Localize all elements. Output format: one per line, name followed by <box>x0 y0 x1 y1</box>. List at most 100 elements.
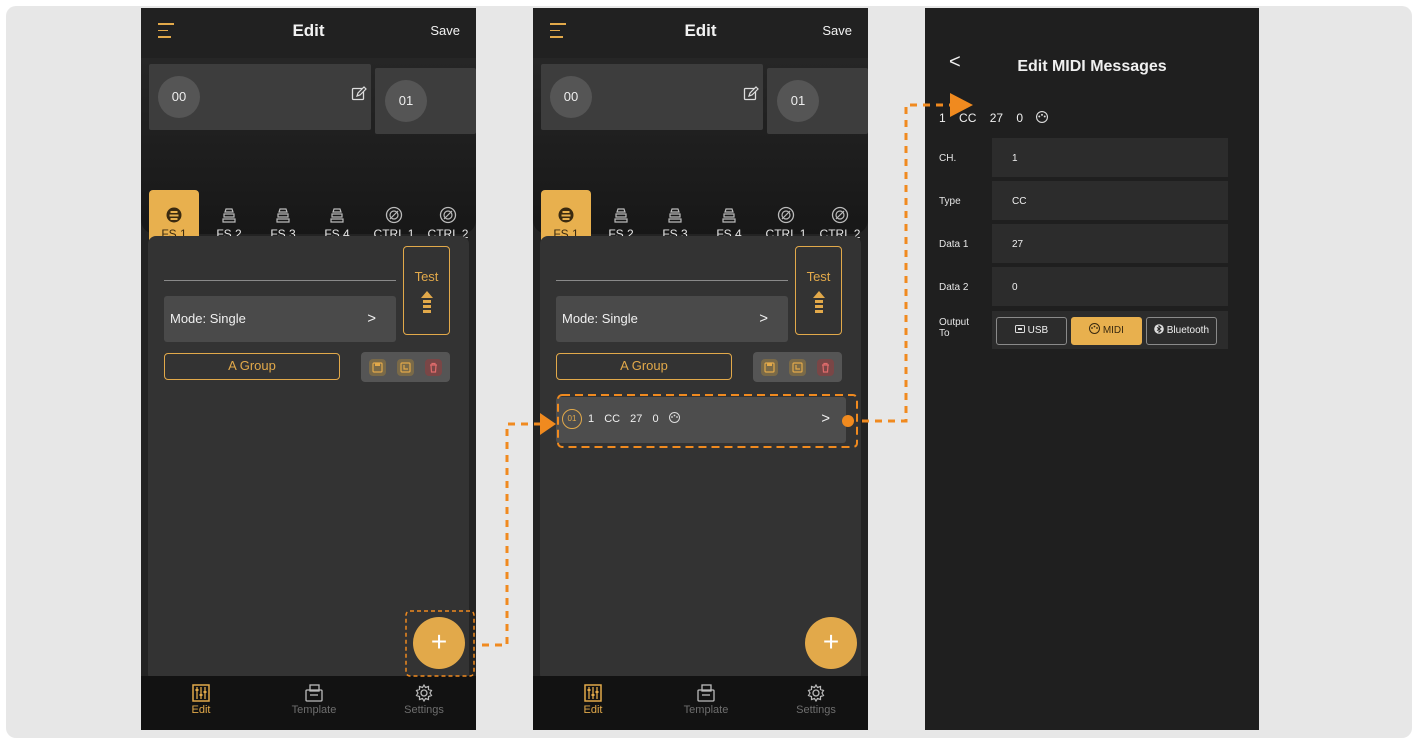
nav-label: Edit <box>191 704 211 716</box>
preset-card-current[interactable]: 00 <box>149 64 371 130</box>
group-tools <box>753 352 842 382</box>
chevron-right-icon: > <box>759 310 768 327</box>
test-button[interactable]: Test <box>403 246 450 335</box>
phone-edit-empty: Edit Save 00 01 FS 1 FS 2 FS 3 FS 4 CTRL <box>141 8 476 730</box>
delete-group-button[interactable] <box>425 359 442 376</box>
save-group-button[interactable] <box>369 359 386 376</box>
trash-icon <box>822 362 829 373</box>
page-title: Edit <box>292 21 325 40</box>
import-icon <box>400 362 411 373</box>
import-icon <box>792 362 803 373</box>
message-type: CC <box>959 111 977 125</box>
nav-label: Edit <box>583 704 603 716</box>
template-icon <box>697 684 715 702</box>
mode-selector[interactable]: Mode: Single > <box>164 296 396 342</box>
preset-strip: 00 01 FS 1 FS 2 FS 3 FS 4 CTRL 1 CTRL 2 <box>533 58 868 262</box>
floppy-icon <box>372 362 383 373</box>
nav-settings[interactable]: Settings <box>781 684 851 716</box>
message-summary: 1 CC 27 0 <box>588 412 680 425</box>
preset-number: 01 <box>385 80 427 122</box>
mode-label: Mode: Single <box>562 311 638 326</box>
divider <box>164 280 396 281</box>
save-button[interactable]: Save <box>822 23 852 38</box>
jack-icon <box>439 206 457 224</box>
output-midi-label: MIDI <box>1102 325 1124 336</box>
nav-template[interactable]: Template <box>671 684 741 716</box>
page-title: Edit MIDI Messages <box>1017 58 1167 75</box>
group-tools <box>361 352 450 382</box>
nav-label: Settings <box>404 704 444 716</box>
jack-icon <box>385 206 403 224</box>
floppy-icon <box>764 362 775 373</box>
bluetooth-icon <box>1154 324 1164 334</box>
midi-din-icon <box>1036 111 1049 123</box>
output-midi-button[interactable]: MIDI <box>1071 317 1142 345</box>
field-label-data1: Data 1 <box>939 239 969 250</box>
sliders-icon <box>584 684 602 702</box>
nav-template[interactable]: Template <box>279 684 349 716</box>
nav-settings[interactable]: Settings <box>389 684 459 716</box>
output-usb-label: USB <box>1027 325 1049 336</box>
load-group-button[interactable] <box>789 359 806 376</box>
page-title: Edit <box>684 21 717 40</box>
edit-icon[interactable] <box>743 86 759 102</box>
preset-number: 00 <box>550 76 592 118</box>
preset-card-next[interactable]: 01 <box>375 68 476 134</box>
message-data2: 0 <box>1016 111 1024 125</box>
gear-icon <box>807 684 825 702</box>
output-selector: USB MIDI Bluetooth <box>992 311 1228 349</box>
phone-edit-with-message: Edit Save 00 01 FS 1 FS 2 FS 3 FS 4 CTRL <box>533 8 868 730</box>
group-button[interactable]: A Group <box>164 353 340 380</box>
type-field[interactable]: CC <box>992 181 1228 220</box>
nav-label: Template <box>291 704 337 716</box>
output-usb-button[interactable]: USB <box>996 317 1067 345</box>
jack-icon <box>831 206 849 224</box>
message-channel: 1 <box>939 111 946 125</box>
message-panel: Test Mode: Single > A Group <box>540 236 861 682</box>
preset-card-next[interactable]: 01 <box>767 68 868 134</box>
trash-icon <box>430 362 437 373</box>
channel-field[interactable]: 1 <box>992 138 1228 177</box>
footswitch-icon <box>558 207 574 223</box>
test-label: Test <box>414 269 439 284</box>
data1-field[interactable]: 27 <box>992 224 1228 263</box>
field-label-data2: Data 2 <box>939 282 969 293</box>
save-group-button[interactable] <box>761 359 778 376</box>
sliders-icon <box>192 684 210 702</box>
mode-selector[interactable]: Mode: Single > <box>556 296 788 342</box>
message-data1: 27 <box>630 413 643 425</box>
jack-icon <box>777 206 795 224</box>
chevron-right-icon: > <box>367 310 376 327</box>
usb-icon <box>1014 325 1025 333</box>
add-message-button[interactable]: + <box>805 617 857 669</box>
top-bar: Edit Save <box>141 8 476 58</box>
message-data2: 0 <box>652 413 659 425</box>
save-button[interactable]: Save <box>430 23 460 38</box>
message-type: CC <box>604 413 621 425</box>
data2-field[interactable]: 0 <box>992 267 1228 306</box>
footswitch-icon <box>722 208 736 223</box>
add-message-button[interactable]: + <box>413 617 465 669</box>
preset-number: 01 <box>777 80 819 122</box>
message-panel: Test Mode: Single > A Group <box>148 236 469 682</box>
test-button[interactable]: Test <box>795 246 842 335</box>
edit-icon[interactable] <box>351 86 367 102</box>
preset-card-current[interactable]: 00 <box>541 64 763 130</box>
nav-edit[interactable]: Edit <box>558 684 628 716</box>
midi-message-row[interactable]: 01 1 CC 27 0 > <box>556 397 846 443</box>
footswitch-icon <box>330 208 344 223</box>
divider <box>556 280 788 281</box>
midi-din-icon <box>668 412 680 423</box>
output-bluetooth-button[interactable]: Bluetooth <box>1146 317 1217 345</box>
delete-group-button[interactable] <box>817 359 834 376</box>
test-label: Test <box>806 269 831 284</box>
chevron-right-icon: > <box>821 410 830 427</box>
nav-edit[interactable]: Edit <box>166 684 236 716</box>
arrow-up-icon <box>812 291 825 313</box>
bottom-nav: Edit Template Settings <box>141 676 476 730</box>
preset-strip: 00 01 FS 1 FS 2 FS 3 FS 4 CTRL 1 CTRL 2 <box>141 58 476 262</box>
group-button[interactable]: A Group <box>556 353 732 380</box>
load-group-button[interactable] <box>397 359 414 376</box>
message-data1: 27 <box>989 111 1004 125</box>
footswitch-icon <box>614 208 628 223</box>
